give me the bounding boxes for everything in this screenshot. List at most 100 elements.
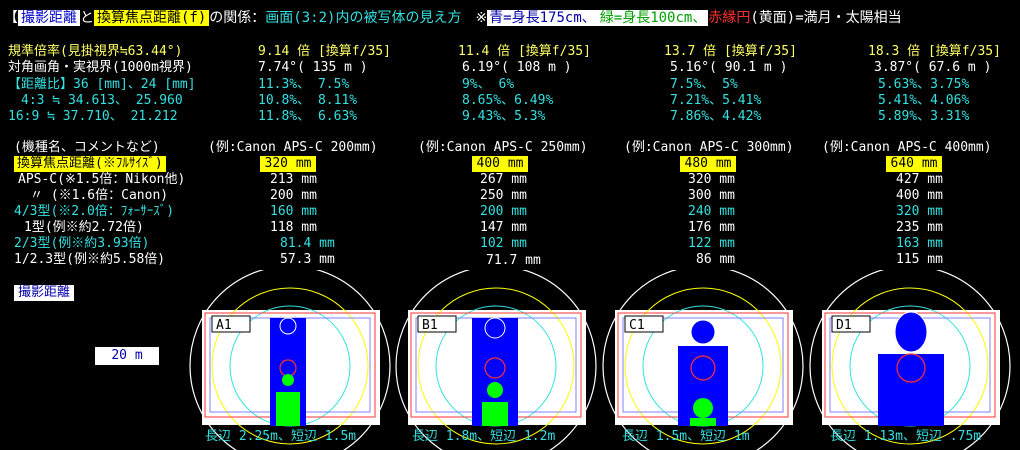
c4-1inch: 235 mm <box>896 220 943 235</box>
c1-apsc-nikon: 213 mm <box>270 172 317 187</box>
col4-fov: 3.87°( 67.6 m ) <box>874 60 992 75</box>
example-2: (例:Canon APS-C 250mm) <box>418 140 588 155</box>
scene-d1-tall-figure <box>878 354 944 426</box>
c1-1inch: 118 mm <box>270 220 317 235</box>
row-label-23: 2/3型(例※約3.93倍) <box>14 236 150 251</box>
scene-a1: A1 <box>189 270 391 450</box>
header-tag-distance: 撮影距離 <box>18 10 80 26</box>
c1-123: 57.3 mm <box>280 252 335 267</box>
scene-c1-short-head <box>693 398 713 418</box>
section-label: (機種名、コメントなど) <box>14 140 160 155</box>
c1-43: 160 mm <box>270 204 317 219</box>
c1-23: 81.4 mm <box>280 236 335 251</box>
scene-b1-tag: B1 <box>422 318 438 333</box>
scene-c1-tag: C1 <box>629 318 645 333</box>
scene-diagrams: A1 B1 C1 D1 <box>189 270 1011 450</box>
scene-d1: D1 <box>809 270 1011 450</box>
row-label-apsc-canon: 〃 (※1.6倍：Canon) <box>30 188 169 203</box>
scene-b1-tall-head <box>484 317 506 339</box>
example-4: (例:Canon APS-C 400mm) <box>822 140 992 155</box>
c3-1inch: 176 mm <box>688 220 735 235</box>
col1-r1: 11.3%、 7.5% <box>258 77 350 92</box>
c4-43: 320 mm <box>896 204 943 219</box>
row-label-apsc-nikon: APS-C(※1.5倍：Nikon他) <box>18 172 186 187</box>
c3-43: 240 mm <box>688 204 735 219</box>
header-bracket: 【 <box>4 10 18 26</box>
c2-23: 102 mm <box>480 236 527 251</box>
header-green-note: 緑=身長100cm、 <box>597 10 709 26</box>
scene-b1: B1 <box>395 270 597 450</box>
col4-r2: 5.41%、4.06% <box>878 93 970 108</box>
col3-mag: 13.7 倍 [換算f/35] <box>664 44 797 59</box>
scene-a1-tag: A1 <box>216 318 232 333</box>
scene-d1-tall-head <box>894 311 928 353</box>
col1-mag: 9.14 倍 [換算f/35] <box>258 44 391 59</box>
col4-mag: 18.3 倍 [換算f/35] <box>868 44 1001 59</box>
header-frame-note: 画面(3:2)内の被写体の見え方 <box>265 10 462 26</box>
col3-r2: 7.21%、5.41% <box>670 93 762 108</box>
c4-123: 115 mm <box>896 252 943 267</box>
row-label-ratio: 【距離比】36 [mm]、24 [mm] <box>8 77 196 92</box>
scene-c1-tall-head <box>690 319 716 345</box>
header-relation: の関係： <box>209 10 266 26</box>
c4-23: 163 mm <box>896 236 943 251</box>
col3-r3: 7.86%、4.42% <box>670 109 762 124</box>
col3-fov: 5.16°( 90.1 m ) <box>670 60 788 75</box>
header-red-note-rest: (黄面)=満月・太陽相当 <box>750 10 902 26</box>
c2-apsc-nikon: 267 mm <box>480 172 527 187</box>
header-line: 【撮影距離と換算焦点距離(f) の関係：画面(3:2)内の被写体の見え方 ※ 青=身長… <box>4 10 902 26</box>
row-label-fullframe: 換算焦点距離(※ﾌﾙｻｲｽﾞ) <box>14 156 166 172</box>
c2-fullframe: 400 mm <box>472 156 528 172</box>
c2-apsc-canon: 250 mm <box>480 188 527 203</box>
row-label-123: 1/2.3型(例※約5.58倍) <box>14 252 166 267</box>
row-label-1inch: 1型(例※約2.72倍) <box>24 220 144 235</box>
scene-a1-short-figure <box>276 392 300 426</box>
row-label-mag: 規準倍率(見掛視界≒63.44°) <box>8 44 183 59</box>
row-label-fov: 対角画角・実視界(1000m視界) <box>8 60 193 75</box>
col2-r1: 9%、 6% <box>462 77 515 92</box>
scene-b1-caption: 長辺 1.8m、短辺 1.2m <box>412 429 556 444</box>
col1-r3: 11.8%、 6.63% <box>258 109 358 124</box>
c3-apsc-canon: 300 mm <box>688 188 735 203</box>
header-blue-note: 青=身長175cm、 <box>487 10 598 26</box>
scene-a1-tall-head <box>279 317 297 335</box>
scene-c1-caption: 長辺 1.5m、短辺 1m <box>622 429 750 444</box>
row-label-169: 16:9 ≒ 37.710、 21.212 <box>8 109 178 124</box>
row-label-43: 4:3 ≒ 34.613、 25.960 <box>8 93 183 108</box>
scene-b1-short-figure <box>482 402 508 426</box>
row-label-43: 4/3型(※2.0倍：ﾌｫｰｻｰｽﾞ) <box>14 204 175 219</box>
example-1: (例:Canon APS-C 200mm) <box>208 140 378 155</box>
scene-d1-tag: D1 <box>836 318 852 333</box>
scene-a1-short-head <box>282 374 294 386</box>
col3-r1: 7.5%、 5% <box>670 77 738 92</box>
col2-mag: 11.4 倍 [換算f/35] <box>458 44 591 59</box>
scene-a1-caption: 長辺 2.25m、短辺 1.5m <box>205 429 357 444</box>
scene-c1-short-figure <box>690 418 716 426</box>
col4-r3: 5.89%、3.31% <box>878 109 970 124</box>
header-note-prefix: ※ <box>475 10 488 26</box>
header-red-note: 赤縁円 <box>708 10 751 26</box>
col1-r2: 10.8%、 8.11% <box>258 93 358 108</box>
c1-apsc-canon: 200 mm <box>270 188 317 203</box>
c3-fullframe: 480 mm <box>680 156 736 172</box>
header-and: と <box>80 10 94 26</box>
example-3: (例:Canon APS-C 300mm) <box>624 140 794 155</box>
col1-fov: 7.74°( 135 m ) <box>258 60 368 75</box>
c4-fullframe: 640 mm <box>886 156 942 172</box>
c2-123: 71.7 mm <box>486 253 541 268</box>
c4-apsc-nikon: 427 mm <box>896 172 943 187</box>
scene-b1-short-head <box>487 382 503 398</box>
c2-1inch: 147 mm <box>480 220 527 235</box>
c4-apsc-canon: 400 mm <box>896 188 943 203</box>
header-tag-focal: 換算焦点距離(f) <box>94 10 210 26</box>
col2-fov: 6.19°( 108 m ) <box>462 60 572 75</box>
c3-23: 122 mm <box>688 236 735 251</box>
scene-c1: C1 <box>602 270 804 450</box>
col4-r1: 5.63%、3.75% <box>878 77 970 92</box>
c1-fullframe: 320 mm <box>260 156 316 172</box>
c2-43: 200 mm <box>480 204 527 219</box>
c3-123: 86 mm <box>696 252 736 267</box>
scene-d1-caption: 長辺 1.13m、短辺 .75m <box>830 429 982 444</box>
col2-r3: 9.43%、5.3% <box>462 109 546 124</box>
c3-apsc-nikon: 320 mm <box>688 172 735 187</box>
